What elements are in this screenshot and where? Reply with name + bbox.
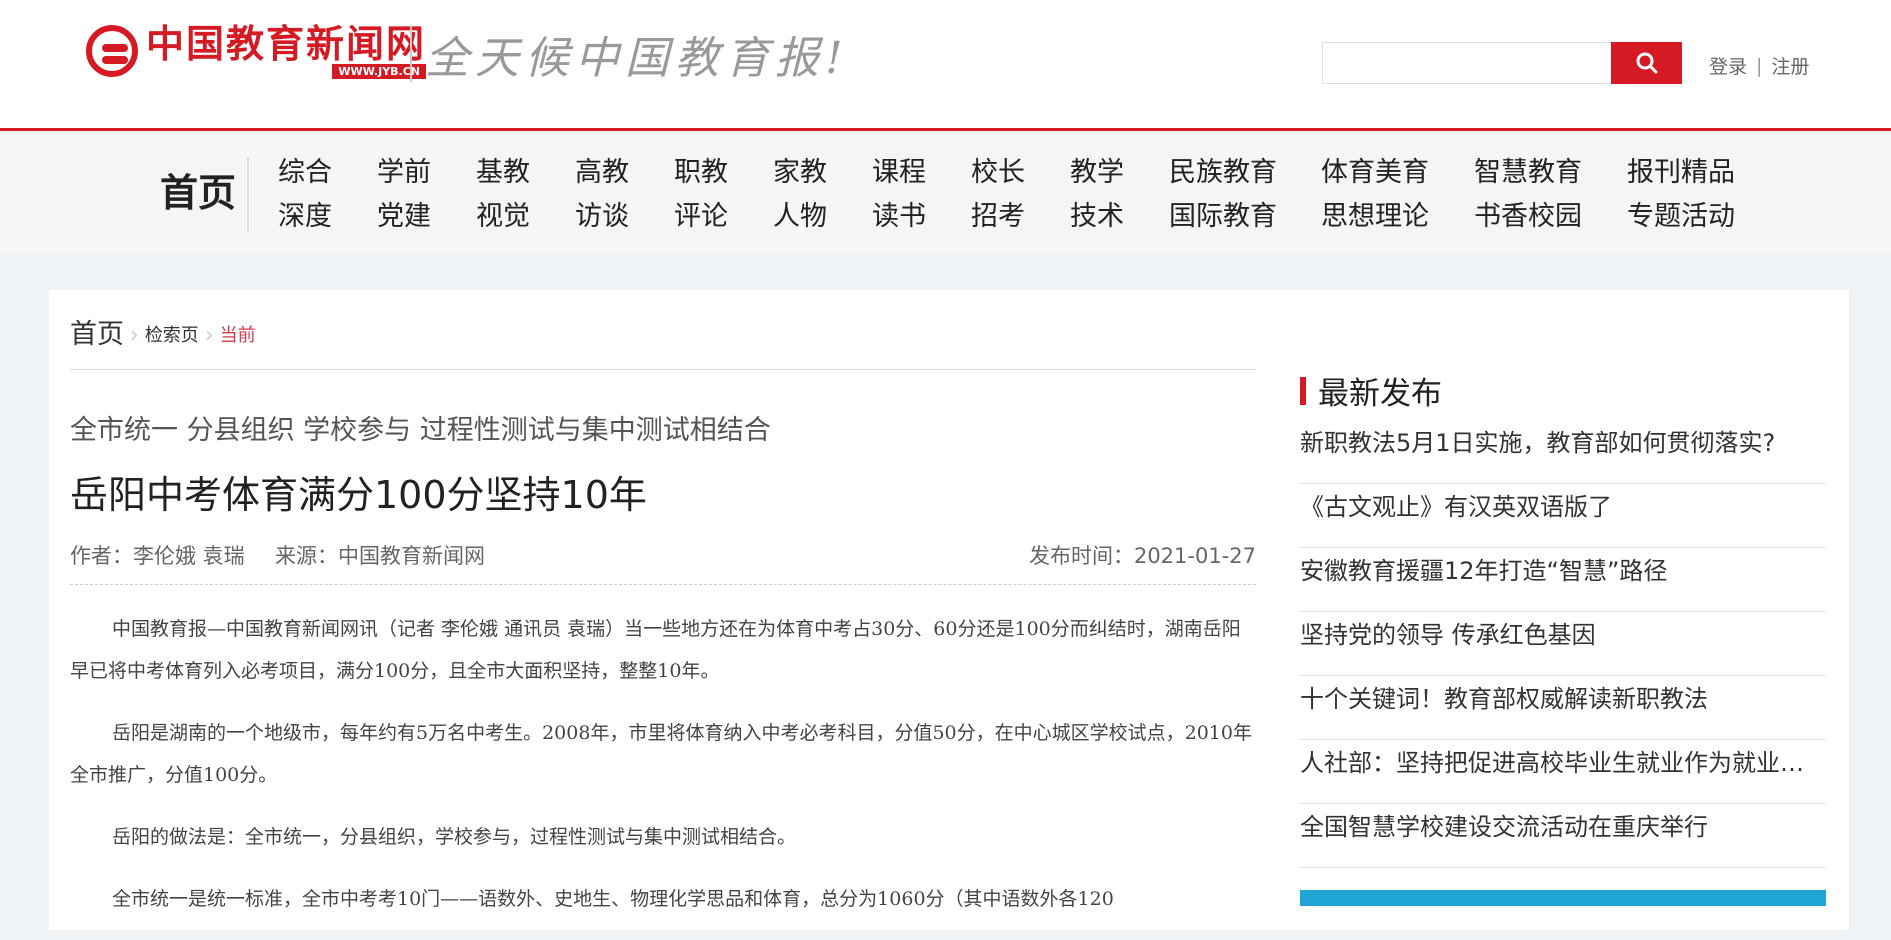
nav-item[interactable]: 课程 (872, 151, 971, 195)
breadcrumb-search[interactable]: 检索页 (145, 321, 199, 351)
register-link[interactable]: 注册 (1771, 52, 1809, 79)
nav-item[interactable]: 学前 (377, 151, 476, 195)
nav-item[interactable]: 书香校园 (1474, 195, 1627, 239)
latest-news-item[interactable]: 坚持党的领导 传承红色基因 (1300, 612, 1826, 676)
article-paragraph: 岳阳的做法是：全市统一，分县组织，学校参与，过程性测试与集中测试相结合。 (112, 826, 797, 848)
user-links-separator: | (1756, 54, 1763, 77)
article-source: 来源：中国教育新闻网 (275, 544, 485, 568)
search-box (1322, 42, 1612, 84)
latest-news-item[interactable]: 十个关键词！教育部权威解读新职教法 (1300, 676, 1826, 740)
nav-item[interactable]: 评论 (674, 195, 773, 239)
nav-item[interactable]: 深度 (278, 195, 377, 239)
latest-news-item[interactable]: 安徽教育援疆12年打造“智慧”路径 (1300, 548, 1826, 612)
article-title: 岳阳中考体育满分100分坚持10年 (70, 473, 647, 517)
article-paragraph: 全市统一是统一标准，全市中考考10门——语数外、史地生、物理化学思品和体育，总分… (112, 888, 1114, 910)
nav-item[interactable]: 教学 (1070, 151, 1169, 195)
article-paragraph: 岳阳是湖南的一个地级市，每年约有5万名中考生。2008年，市里将体育纳入中考必考… (70, 722, 1252, 786)
nav-item[interactable]: 思想理论 (1321, 195, 1474, 239)
search-icon (1636, 52, 1657, 74)
latest-news-item[interactable]: 全国智慧学校建设交流活动在重庆举行 (1300, 804, 1826, 868)
meta-divider (70, 584, 1256, 585)
breadcrumb-divider (70, 369, 1256, 370)
logo-divider (410, 25, 412, 82)
nav-item[interactable]: 智慧教育 (1474, 151, 1627, 195)
nav-item[interactable]: 基教 (476, 151, 575, 195)
latest-news-item[interactable]: 人社部：坚持把促进高校毕业生就业作为就业工作重中之重 (1300, 740, 1826, 804)
nav-item[interactable]: 视觉 (476, 195, 575, 239)
nav-item[interactable]: 人物 (773, 195, 872, 239)
latest-news-list: 新职教法5月1日实施，教育部如何贯彻落实? 《古文观止》有汉英双语版了 安徽教育… (1300, 420, 1826, 868)
chevron-right-icon: › (130, 323, 139, 348)
logo-mark-icon (86, 25, 138, 77)
nav-item[interactable]: 国际教育 (1169, 195, 1321, 239)
site-logo[interactable]: 中国教育新闻网 WWW.JYB.CN (86, 20, 427, 80)
nav-item[interactable]: 读书 (872, 195, 971, 239)
sidebar-accent-bar (1300, 376, 1306, 405)
header-slogan: 全天候中国教育报! (425, 33, 849, 84)
sidebar-header: 最新发布 (1300, 368, 1442, 413)
sidebar-title: 最新发布 (1318, 376, 1442, 412)
nav-item[interactable]: 高教 (575, 151, 674, 195)
nav-item[interactable]: 党建 (377, 195, 476, 239)
nav-item[interactable]: 校长 (971, 151, 1070, 195)
nav-divider (247, 158, 249, 232)
breadcrumb: 首页 › 检索页 › 当前 (70, 312, 256, 351)
chevron-right-icon: › (204, 323, 214, 348)
nav-item[interactable]: 专题活动 (1627, 195, 1780, 239)
latest-news-item[interactable]: 《古文观止》有汉英双语版了 (1300, 484, 1826, 548)
article-subtitle: 全市统一 分县组织 学校参与 过程性测试与集中测试相结合 (70, 415, 771, 446)
login-link[interactable]: 登录 (1709, 52, 1747, 79)
sidebar-banner[interactable] (1300, 890, 1826, 906)
nav-item[interactable]: 招考 (971, 195, 1070, 239)
article-body: 中国教育报—中国教育新闻网讯（记者 李伦娥 通讯员 袁瑞）当一些地方还在为体育中… (70, 608, 1256, 940)
search-button[interactable] (1611, 42, 1682, 84)
nav-item[interactable]: 体育美育 (1321, 151, 1474, 195)
nav-item[interactable]: 职教 (674, 151, 773, 195)
nav-item[interactable]: 民族教育 (1169, 151, 1321, 195)
nav-grid: 综合 学前 基教 高教 职教 家教 课程 校长 教学 民族教育 体育美育 智慧教… (278, 151, 1748, 241)
logo-cn: 中国教育新闻网 (146, 20, 427, 66)
latest-news-item[interactable]: 新职教法5月1日实施，教育部如何贯彻落实? (1300, 420, 1826, 484)
article-author: 作者：李伦娥 袁瑞 (70, 544, 245, 568)
nav-item[interactable]: 技术 (1070, 195, 1169, 239)
breadcrumb-current: 当前 (219, 325, 256, 346)
search-input[interactable] (1323, 43, 1611, 83)
logo-text: 中国教育新闻网 WWW.JYB.CN (146, 20, 427, 79)
nav-item[interactable]: 访谈 (575, 195, 674, 239)
site-header: 中国教育新闻网 WWW.JYB.CN 全天候中国教育报! 登录 | 注册 (0, 0, 1891, 131)
nav-item[interactable]: 报刊精品 (1627, 151, 1780, 195)
article-date: 发布时间：2021-01-27 (1028, 544, 1256, 568)
article-paragraph: 中国教育报—中国教育新闻网讯（记者 李伦娥 通讯员 袁瑞）当一些地方还在为体育中… (70, 618, 1241, 682)
user-links: 登录 | 注册 (1709, 52, 1809, 79)
nav-home[interactable]: 首页 (160, 162, 236, 217)
nav-item[interactable]: 家教 (773, 151, 872, 195)
main-nav: 首页 综合 学前 基教 高教 职教 家教 课程 校长 教学 民族教育 体育美育 … (0, 134, 1891, 254)
breadcrumb-home[interactable]: 首页 (70, 312, 124, 351)
nav-item[interactable]: 综合 (278, 151, 377, 195)
